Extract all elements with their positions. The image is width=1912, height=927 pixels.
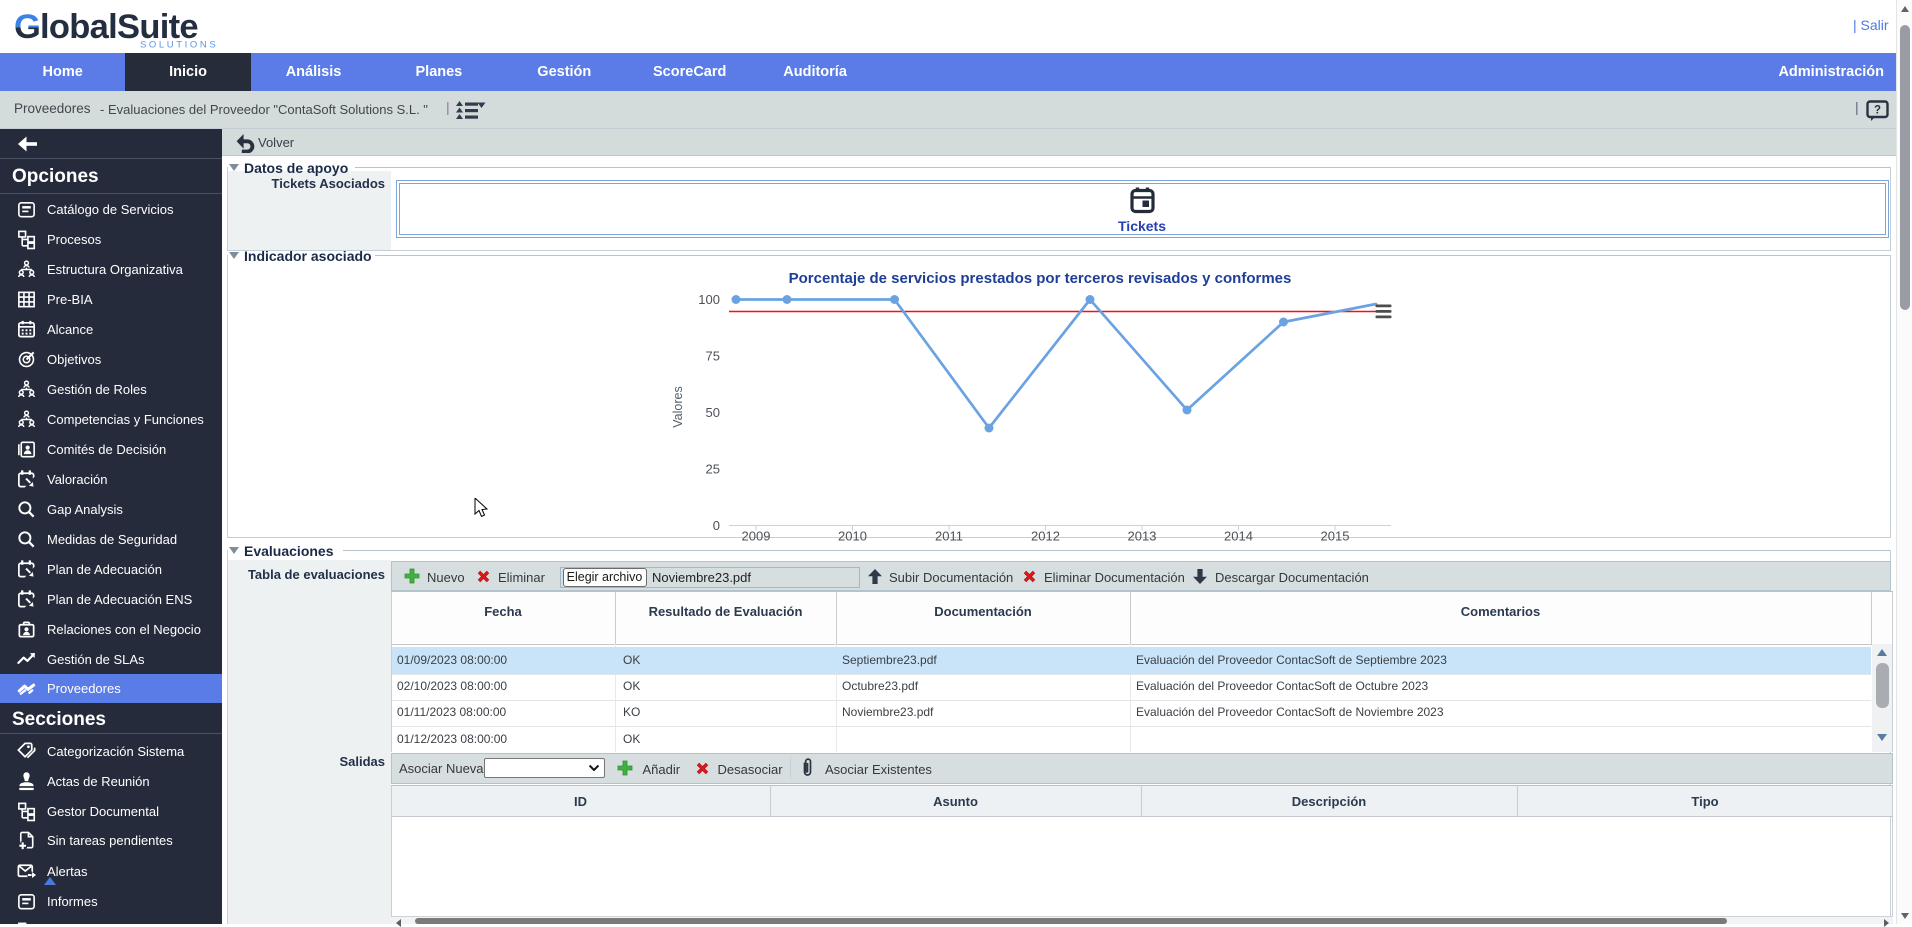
- svg-text:SOLUTIONS: SOLUTIONS: [140, 40, 218, 51]
- svg-text:?: ?: [1874, 105, 1881, 117]
- svg-text:2010: 2010: [838, 529, 867, 544]
- svg-text:0: 0: [713, 518, 720, 533]
- svg-text:2009: 2009: [742, 529, 771, 544]
- svg-text:75: 75: [706, 349, 720, 364]
- svg-text:2011: 2011: [935, 529, 963, 544]
- svg-text:2015: 2015: [1321, 529, 1350, 544]
- svg-text:100: 100: [698, 292, 720, 307]
- svg-text:25: 25: [706, 462, 720, 477]
- svg-text:Porcentaje de servicios presta: Porcentaje de servicios prestados por te…: [789, 270, 1292, 287]
- svg-text:2014: 2014: [1224, 529, 1253, 544]
- svg-text:2012: 2012: [1031, 529, 1060, 544]
- svg-text:Valores: Valores: [671, 386, 685, 427]
- svg-text:50: 50: [706, 405, 720, 420]
- svg-text:2013: 2013: [1128, 529, 1157, 544]
